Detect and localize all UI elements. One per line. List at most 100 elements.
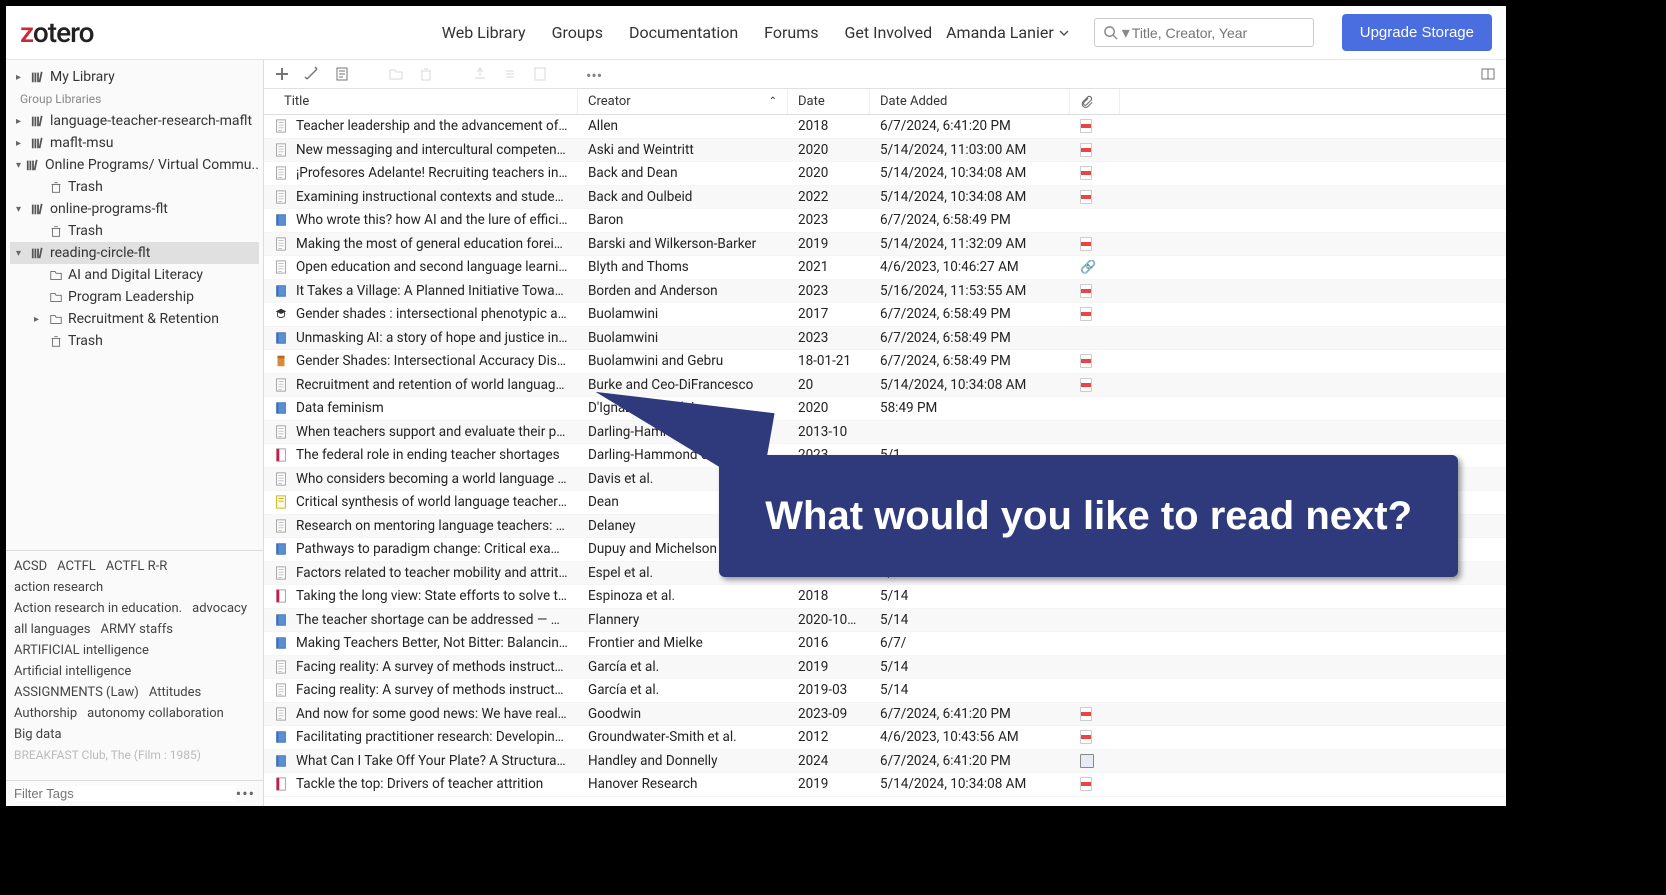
add-item-icon[interactable] (274, 66, 290, 82)
wand-icon[interactable] (304, 66, 320, 82)
table-row[interactable]: Gender shades : intersectional phenotypi… (264, 303, 1506, 327)
tag[interactable]: ASSIGNMENTS (Law) (14, 685, 139, 700)
item-title: Unmasking AI: a story of hope and justic… (296, 330, 568, 346)
table-row[interactable]: Making the most of general education for… (264, 233, 1506, 257)
item-date-added: 4/6/2023, 10:46:27 AM (870, 259, 1070, 275)
table-row[interactable]: Who wrote this? how AI and the lure of e… (264, 209, 1506, 233)
column-date[interactable]: Date (788, 89, 870, 114)
table-row[interactable]: Facing reality: A survey of methods inst… (264, 656, 1506, 680)
tag[interactable]: autonomy collaboration (87, 706, 224, 721)
nav-documentation[interactable]: Documentation (629, 23, 738, 42)
search-input[interactable] (1132, 25, 1305, 41)
table-row[interactable]: Making Teachers Better, Not Bitter: Bala… (264, 632, 1506, 656)
item-date: 2013-10 (788, 424, 870, 440)
item-date: 2023 (788, 283, 870, 299)
table-row[interactable]: Facing reality: A survey of methods inst… (264, 679, 1506, 703)
item-title: Facing reality: A survey of methods inst… (296, 659, 568, 675)
more-actions-icon[interactable]: ••• (586, 66, 602, 82)
sidebar-child[interactable]: Trash (10, 176, 259, 198)
table-row[interactable]: Data feminism D'Ignazio and Klein 2020 5… (264, 397, 1506, 421)
sidebar-child[interactable]: Trash (10, 330, 259, 352)
table-row[interactable]: Open education and second language learn… (264, 256, 1506, 280)
column-attachment[interactable] (1070, 89, 1120, 114)
tag[interactable]: Attitudes (149, 685, 201, 700)
items-table: Title Creator⌃ Date Date Added Teacher l… (264, 89, 1506, 806)
sidebar-group[interactable]: ▾online-programs-flt (10, 198, 259, 220)
item-title: Gender shades : intersectional phenotypi… (296, 306, 568, 322)
note-icon[interactable] (334, 66, 350, 82)
search-box[interactable]: ▾ (1094, 18, 1314, 47)
tag[interactable]: Artificial intelligence (14, 664, 131, 679)
column-creator[interactable]: Creator⌃ (578, 89, 788, 114)
tag[interactable]: advocacy (192, 601, 247, 616)
item-creator: Back and Dean (578, 165, 788, 181)
item-date-added: 5/14/2024, 11:32:09 AM (870, 236, 1070, 252)
table-row[interactable]: Teacher leadership and the advancement o… (264, 115, 1506, 139)
item-creator: Blyth and Thoms (578, 259, 788, 275)
sidebar-group[interactable]: ▸maflt-msu (10, 132, 259, 154)
item-date-added: 6/7/2024, 6:41:20 PM (870, 753, 1070, 769)
sidebar-child[interactable]: Trash (10, 220, 259, 242)
table-row[interactable]: ¡Profesores Adelante! Recruiting teacher… (264, 162, 1506, 186)
table-row[interactable]: Tackle the top: Drivers of teacher attri… (264, 773, 1506, 797)
tag[interactable]: Big data (14, 727, 62, 742)
table-row[interactable]: The teacher shortage can be addressed — … (264, 609, 1506, 633)
table-row[interactable]: Gender Shades: Intersectional Accuracy D… (264, 350, 1506, 374)
column-date-added[interactable]: Date Added (870, 89, 1070, 114)
pdf-icon (1080, 119, 1092, 133)
item-date-added: 5/14/2024, 10:34:08 AM (870, 165, 1070, 181)
pdf-icon (1080, 143, 1092, 157)
tag[interactable]: ACTFL R-R (106, 559, 167, 574)
item-title: What Can I Take Off Your Plate? A Struct… (296, 753, 568, 769)
tag[interactable]: ACTFL (57, 559, 96, 574)
nav-groups[interactable]: Groups (552, 23, 603, 42)
sidebar-group[interactable]: ▸language-teacher-research-maflt (10, 110, 259, 132)
table-row[interactable]: What Can I Take Off Your Plate? A Struct… (264, 750, 1506, 774)
item-title: Data feminism (296, 400, 384, 416)
tag[interactable]: ARMY staffs (100, 622, 172, 637)
item-date-added: 4/6/2023, 10:43:56 AM (870, 729, 1070, 745)
tag[interactable]: ACSD (14, 559, 47, 574)
item-date-added: 5/14/2024, 11:03:00 AM (870, 142, 1070, 158)
table-row[interactable]: It Takes a Village: A Planned Initiative… (264, 280, 1506, 304)
filter-tags-more-icon[interactable]: ••• (236, 784, 255, 803)
item-date: 2024 (788, 753, 870, 769)
table-row[interactable]: Examining instructional contexts and stu… (264, 186, 1506, 210)
tag[interactable]: Authorship (14, 706, 77, 721)
table-row[interactable]: Unmasking AI: a story of hope and justic… (264, 327, 1506, 351)
nav-get-involved[interactable]: Get Involved (845, 23, 933, 42)
sidebar-group[interactable]: ▾Online Programs/ Virtual Commu... (10, 154, 259, 176)
nav-forums[interactable]: Forums (764, 23, 818, 42)
column-picker-icon[interactable] (1480, 66, 1496, 82)
pdf-icon (1080, 237, 1092, 251)
sidebar-child[interactable]: AI and Digital Literacy (10, 264, 259, 286)
table-row[interactable]: New messaging and intercultural competen… (264, 139, 1506, 163)
tag[interactable]: Action research in education. (14, 601, 182, 616)
tag[interactable]: action research (14, 580, 103, 595)
pdf-icon (1080, 378, 1092, 392)
sidebar-child[interactable]: ▸Recruitment & Retention (10, 308, 259, 330)
table-row[interactable]: Facilitating practitioner research: Deve… (264, 726, 1506, 750)
item-creator: Allen (578, 118, 788, 134)
table-row[interactable]: And now for some good news: We have real… (264, 703, 1506, 727)
table-row[interactable]: Taking the long view: State efforts to s… (264, 585, 1506, 609)
item-creator: García et al. (578, 682, 788, 698)
sidebar-child[interactable]: Program Leadership (10, 286, 259, 308)
tag[interactable]: all languages (14, 622, 90, 637)
table-row[interactable]: Recruitment and retention of world langu… (264, 374, 1506, 398)
user-menu[interactable]: Amanda Lanier (946, 23, 1070, 42)
filter-tags-input[interactable] (14, 786, 236, 801)
tag[interactable]: ARTIFICIAL intelligence (14, 643, 149, 658)
item-date-added: 5/14 (870, 682, 1070, 698)
my-library[interactable]: ▸ My Library (10, 66, 259, 88)
column-title[interactable]: Title (264, 89, 578, 114)
item-creator: Goodwin (578, 706, 788, 722)
sidebar-group[interactable]: ▾reading-circle-flt (10, 242, 259, 264)
table-row[interactable]: When teachers support and evaluate their… (264, 421, 1506, 445)
upgrade-storage-button[interactable]: Upgrade Storage (1342, 14, 1492, 51)
nav-web-library[interactable]: Web Library (442, 23, 526, 42)
item-creator: Hanover Research (578, 776, 788, 792)
link-icon: 🔗 (1080, 260, 1096, 275)
item-creator: Buolamwini (578, 330, 788, 346)
item-title: Who considers becoming a world language … (296, 471, 568, 487)
